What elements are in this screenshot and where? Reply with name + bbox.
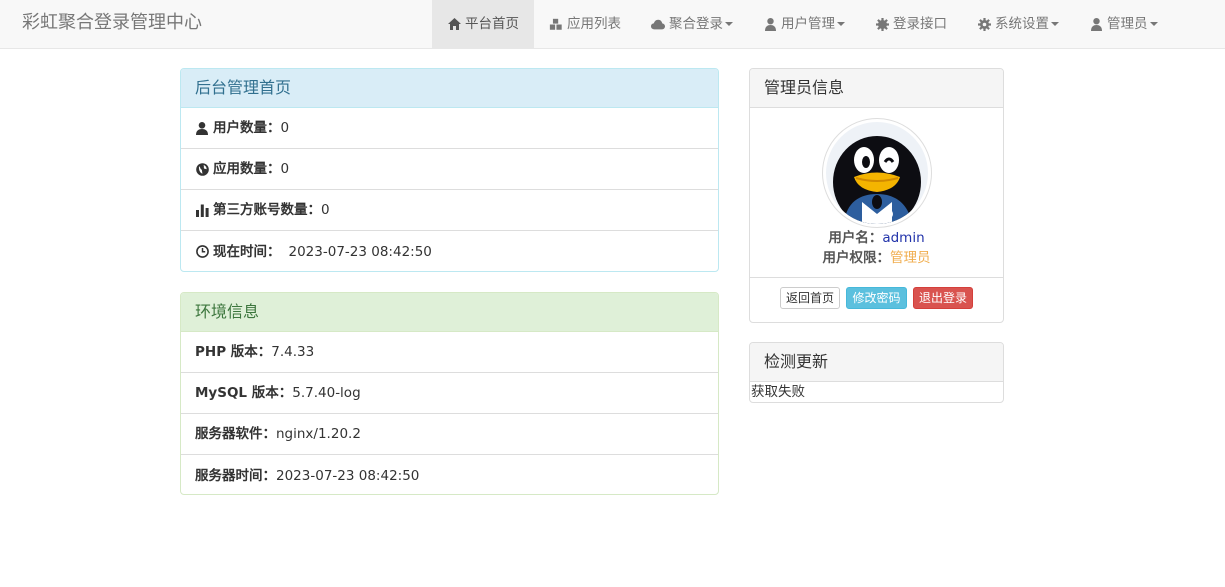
nav-apps-label: 应用列表 [567,16,621,32]
nav-home-label: 平台首页 [465,16,519,32]
user-icon [1089,17,1103,31]
update-check-panel: 检测更新 获取失败 [749,342,1004,403]
list-item: PHP 版本： 7.4.33 [181,332,718,373]
nav-users-label: 用户管理 [781,16,835,32]
nav-apps[interactable]: 应用列表 [534,0,636,48]
nav-users[interactable]: 用户管理 [748,0,860,48]
mysql-version-value: 5.7.40-log [292,385,361,401]
third-party-count-label: 第三方账号数量： [213,202,321,218]
list-item: 现在时间： 2023-07-23 08:42:50 [181,231,718,271]
cog-icon [875,17,889,31]
nav-admin[interactable]: 管理员 [1074,0,1173,48]
list-item: 第三方账号数量： 0 [181,190,718,231]
app-count-label: 应用数量： [213,161,281,177]
cloud-icon [651,17,665,31]
nav-home[interactable]: 平台首页 [432,0,534,48]
environment-panel: 环境信息 PHP 版本： 7.4.33 MySQL 版本： 5.7.40-log… [180,292,719,495]
home-icon [447,17,461,31]
update-status: 获取失败 [751,384,805,400]
gear-icon [977,17,991,31]
nav-admin-label: 管理员 [1107,16,1148,32]
username-label: 用户名： [828,230,883,246]
list-item: 用户数量： 0 [181,108,718,149]
server-time-value: 2023-07-23 08:42:50 [276,467,420,484]
username-line: 用户名：admin [750,228,1003,248]
brand-title[interactable]: 彩虹聚合登录管理中心 [22,0,202,48]
change-password-button[interactable]: 修改密码 [846,287,907,309]
role-label: 用户权限： [822,250,891,266]
nav-settings-label: 系统设置 [995,16,1049,32]
nav-settings[interactable]: 系统设置 [962,0,1074,48]
role-value: 管理员 [890,250,931,266]
clock-icon [195,245,209,259]
update-check-panel-title: 检测更新 [750,343,1003,382]
third-party-count-value: 0 [321,202,330,218]
mysql-version-label: MySQL 版本： [195,385,293,401]
list-item: 服务器时间： 2023-07-23 08:42:50 [181,455,718,494]
app-count-value: 0 [280,161,290,177]
username-value: admin [882,230,925,246]
qq-penguin-icon [825,122,928,224]
environment-panel-title: 环境信息 [181,293,718,332]
chevron-down-icon [725,22,733,26]
back-home-button[interactable]: 返回首页 [780,287,841,309]
top-navbar: 彩虹聚合登录管理中心 平台首页 应用列表 聚合登录 用户管理 登录接口 系统设置… [0,0,1225,49]
list-item: 应用数量： 0 [181,149,718,190]
nav-oauth[interactable]: 聚合登录 [636,0,748,48]
admin-info-panel-title: 管理员信息 [750,69,1003,108]
dashboard-panel: 后台管理首页 用户数量： 0 应用数量： 0 第三方账号数量： 0 现在时间： … [180,68,719,272]
nav-login-api-label: 登录接口 [893,16,947,32]
user-icon [195,121,209,135]
user-icon [763,17,777,31]
list-item: MySQL 版本： 5.7.40-log [181,373,718,414]
logout-button[interactable]: 退出登录 [912,287,973,309]
php-version-label: PHP 版本： [195,344,272,360]
list-item: 服务器软件： nginx/1.20.2 [181,414,718,455]
server-software-label: 服务器软件： [195,426,276,442]
current-time-label: 现在时间： [213,243,281,260]
user-count-label: 用户数量： [213,120,281,136]
main-nav: 平台首页 应用列表 聚合登录 用户管理 登录接口 系统设置 管理员 [432,0,1173,48]
server-time-label: 服务器时间： [195,467,276,484]
chevron-down-icon [1149,22,1158,26]
bar-chart-icon [195,203,209,217]
admin-actions: 返回首页 修改密码 退出登录 [750,277,1003,320]
avatar [821,118,932,228]
globe-icon [195,162,209,176]
admin-info-panel: 管理员信息 用户名：admin 用户权限：管理员 返回首页 修改密码 退出登录 [749,68,1004,323]
cubes-icon [549,17,563,31]
avatar-wrapper [750,108,1003,228]
user-count-value: 0 [280,120,290,136]
current-time-value: 2023-07-23 08:42:50 [288,243,432,260]
nav-oauth-label: 聚合登录 [669,16,723,32]
chevron-down-icon [1051,22,1059,26]
dashboard-panel-title: 后台管理首页 [181,69,718,108]
role-line: 用户权限：管理员 [750,248,1003,268]
server-software-value: nginx/1.20.2 [276,426,361,442]
php-version-value: 7.4.33 [271,344,315,360]
chevron-down-icon [837,22,845,26]
nav-login-api[interactable]: 登录接口 [860,0,962,48]
